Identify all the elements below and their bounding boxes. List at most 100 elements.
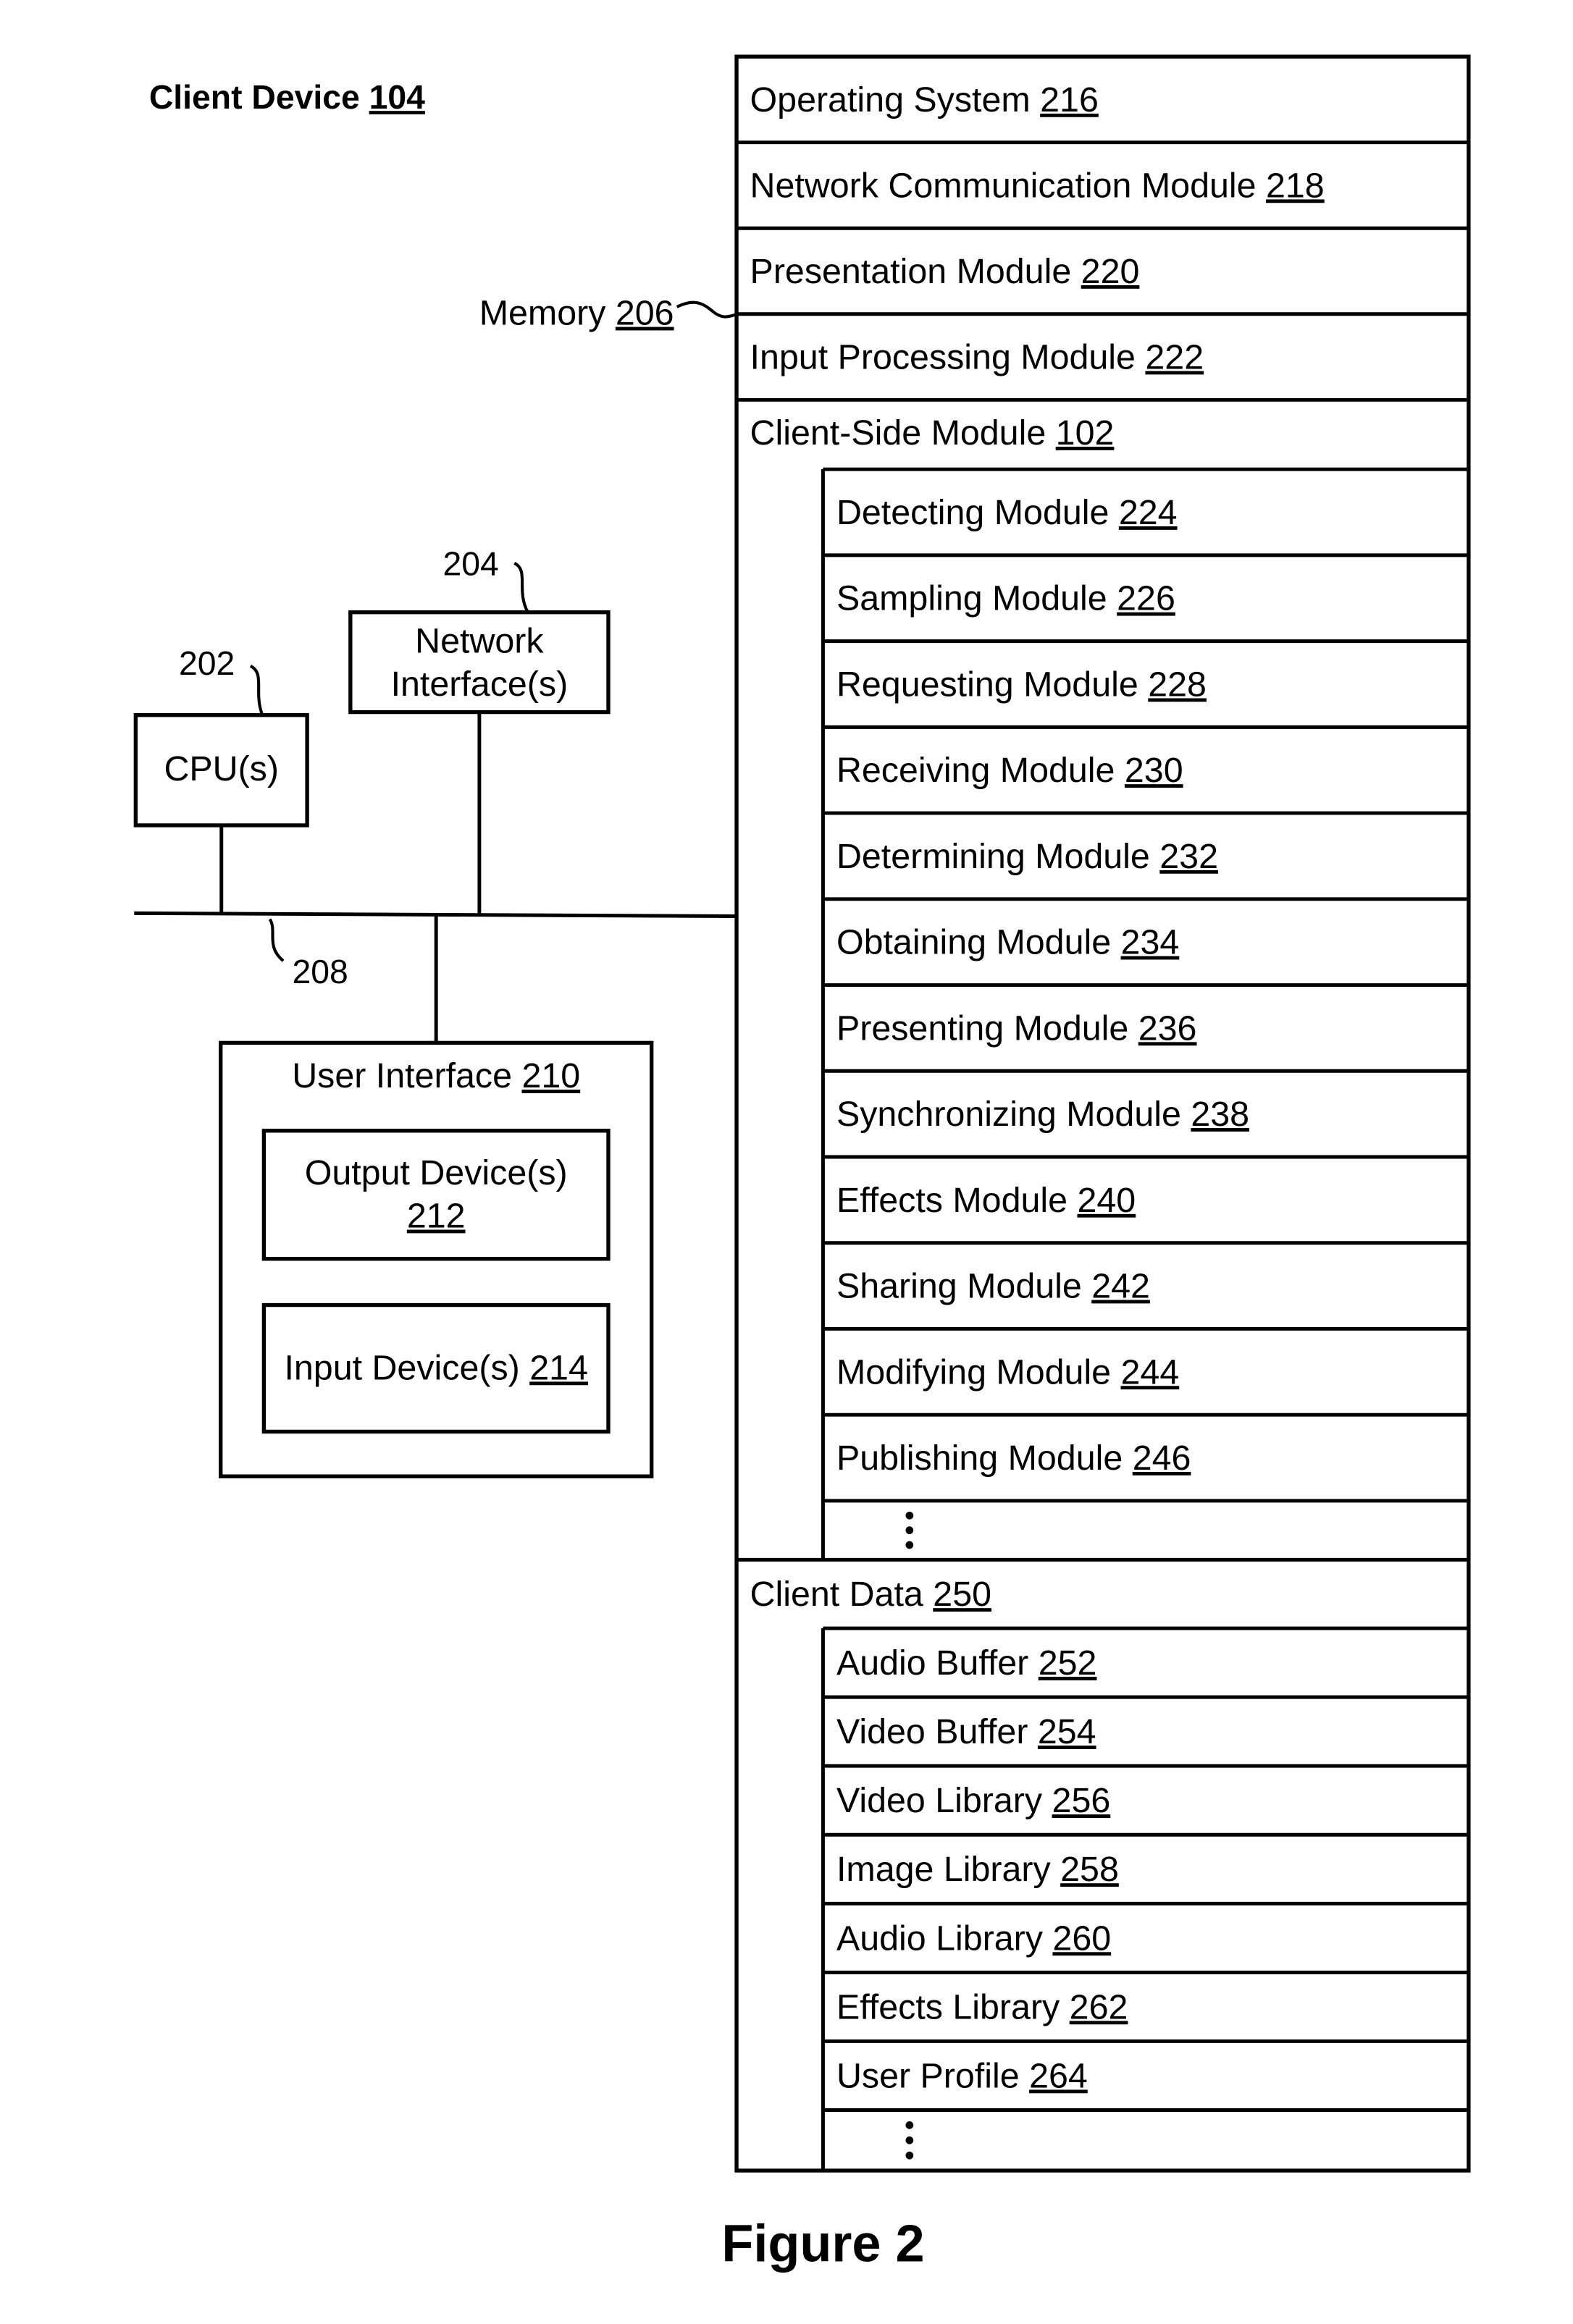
client-side-more-indicator-dot: [905, 1541, 914, 1549]
client-side-module-item-3-text: Receiving Module: [836, 751, 1125, 790]
client-side-module-item-9: Sharing Module 242: [836, 1267, 1150, 1306]
client-side-module-item-10: Modifying Module 244: [836, 1352, 1179, 1392]
client-data-item-0: Audio Buffer 252: [836, 1643, 1097, 1683]
client-side-more-indicator-dot: [905, 1526, 914, 1535]
client-side-module-item-7-text: Synchronizing Module: [836, 1095, 1191, 1134]
client-side-module-label: Client-Side Module 102: [750, 413, 1115, 452]
client-side-module-item-9-ref: 242: [1091, 1267, 1150, 1306]
memory-row-0-ref: 216: [1040, 80, 1099, 119]
client-data-item-6-ref: 264: [1029, 2056, 1088, 2095]
cpu-ref: 202: [179, 644, 235, 682]
client-side-module-item-3: Receiving Module 230: [836, 751, 1183, 790]
client-side-module-item-9-text: Sharing Module: [836, 1267, 1091, 1306]
client-data-more-indicator-dot: [905, 2136, 914, 2144]
client-data-item-2: Video Library 256: [836, 1781, 1110, 1820]
figure-2-diagram: Client Device 104 CPU(s) 202 Network Int…: [133, 54, 1471, 2273]
memory-row-1-ref: 218: [1266, 166, 1325, 205]
bus-ref: 208: [293, 953, 348, 990]
client-data-label: Client Data 250: [750, 1575, 991, 1614]
client-side-module-item-10-text: Modifying Module: [836, 1352, 1121, 1392]
memory-row-2-text: Presentation Module: [750, 252, 1081, 291]
cpu-block: CPU(s) 202: [133, 644, 309, 914]
bus-leader-line: [268, 918, 285, 962]
client-side-module-item-1-text: Sampling Module: [836, 579, 1117, 618]
client-side-module-item-6: Presenting Module 236: [836, 1009, 1197, 1048]
client-side-module-item-6-ref: 236: [1138, 1009, 1197, 1048]
client-side-module-item-4: Determining Module 232: [836, 837, 1218, 876]
input-device-ref: 214: [529, 1348, 588, 1387]
client-data-more-indicator-dot: [905, 2151, 914, 2160]
client-side-module-item-10-ref: 244: [1121, 1352, 1180, 1392]
client-side-module-item-8: Effects Module 240: [836, 1181, 1136, 1220]
client-data-item-4-ref: 260: [1052, 1919, 1111, 1958]
svg-text:Client Device 104: Client Device 104: [149, 78, 425, 116]
memory-row-3: Input Processing Module 222: [750, 337, 1204, 376]
user-interface-label-text: User Interface: [292, 1056, 512, 1095]
client-side-module-label-text: Client-Side Module: [750, 413, 1056, 452]
network-interface-block: Network Interface(s) 204: [348, 544, 611, 914]
client-side-module-item-0-text: Detecting Module: [836, 493, 1119, 532]
memory-label-text: Memory: [479, 294, 607, 333]
title-text: Client Device: [149, 78, 360, 116]
client-side-module-item-11: Publishing Module 246: [836, 1439, 1191, 1478]
cpu-leader-line: [249, 664, 264, 716]
client-data-item-1-ref: 254: [1038, 1712, 1096, 1751]
memory-row-3-ref: 222: [1145, 337, 1204, 376]
client-data-item-5-ref: 262: [1070, 1987, 1128, 2026]
user-interface-ref: 210: [521, 1056, 580, 1095]
output-device-ref: 212: [407, 1197, 466, 1236]
user-interface-label: User Interface 210: [292, 1056, 580, 1095]
client-side-module-item-7-ref: 238: [1191, 1095, 1249, 1134]
client-side-module-item-2: Requesting Module 228: [836, 665, 1207, 704]
title-ref: 104: [369, 78, 426, 116]
client-side-module-item-5-text: Obtaining Module: [836, 923, 1121, 962]
memory-leader-line: [676, 300, 737, 319]
client-data-item-4: Audio Library 260: [836, 1919, 1111, 1958]
client-data-item-0-text: Audio Buffer: [836, 1643, 1039, 1683]
output-device-label: Output Device(s): [305, 1153, 568, 1192]
client-data-item-3-text: Image Library: [836, 1850, 1060, 1889]
client-data-item-2-ref: 256: [1052, 1781, 1111, 1820]
cpu-label: CPU(s): [164, 749, 279, 788]
memory-row-0: Operating System 216: [750, 80, 1099, 119]
memory-row-1-text: Network Communication Module: [750, 166, 1266, 205]
client-side-module-item-8-ref: 240: [1077, 1181, 1136, 1220]
figure-title: Client Device 104: [149, 78, 425, 116]
client-side-module-item-11-text: Publishing Module: [836, 1439, 1133, 1478]
memory-callout: Memory 206: [479, 294, 737, 333]
client-data-item-2-text: Video Library: [836, 1781, 1052, 1820]
memory-block: Operating System 216 Network Communicatio…: [734, 54, 1471, 2173]
memory-row-3-text: Input Processing Module: [750, 337, 1146, 376]
client-data-item-6: User Profile 264: [836, 2056, 1088, 2095]
bus-block: 208: [134, 911, 737, 1043]
client-data-item-5-text: Effects Library: [836, 1987, 1070, 2026]
memory-row-1: Network Communication Module 218: [750, 166, 1325, 205]
client-data-more-indicator-dot: [905, 2121, 914, 2129]
client-data-item-0-ref: 252: [1039, 1643, 1097, 1683]
network-interface-label-line1: Network: [415, 621, 544, 660]
client-side-module-label-ref: 102: [1056, 413, 1115, 452]
user-interface-block: User Interface 210 Output Device(s) 212 …: [219, 1040, 654, 1478]
client-data-item-1-text: Video Buffer: [836, 1712, 1038, 1751]
client-data-item-6-text: User Profile: [836, 2056, 1029, 2095]
client-data-label-ref: 250: [933, 1575, 991, 1614]
client-side-module-item-3-ref: 230: [1125, 751, 1183, 790]
client-side-module-item-7: Synchronizing Module 238: [836, 1095, 1249, 1134]
network-interface-label-line2: Interface(s): [391, 665, 569, 704]
memory-row-2-ref: 220: [1081, 252, 1140, 291]
network-interface-ref: 204: [442, 544, 498, 582]
figure-caption: Figure 2: [721, 2215, 924, 2273]
client-data-item-4-text: Audio Library: [836, 1919, 1052, 1958]
client-side-module-item-4-ref: 232: [1159, 837, 1218, 876]
client-side-module-item-0-ref: 224: [1119, 493, 1178, 532]
memory-label: Memory 206: [479, 294, 674, 333]
client-side-module-item-2-text: Requesting Module: [836, 665, 1148, 704]
client-data-item-1: Video Buffer 254: [836, 1712, 1096, 1751]
client-side-more-indicator-dot: [905, 1511, 914, 1520]
client-side-module-item-1: Sampling Module 226: [836, 579, 1175, 618]
input-device-label-text: Input Device(s): [284, 1348, 519, 1387]
input-device-label: Input Device(s) 214: [284, 1348, 587, 1387]
client-data-item-3-ref: 258: [1060, 1850, 1119, 1889]
client-data-item-5: Effects Library 262: [836, 1987, 1128, 2026]
client-side-module-item-6-text: Presenting Module: [836, 1009, 1138, 1048]
